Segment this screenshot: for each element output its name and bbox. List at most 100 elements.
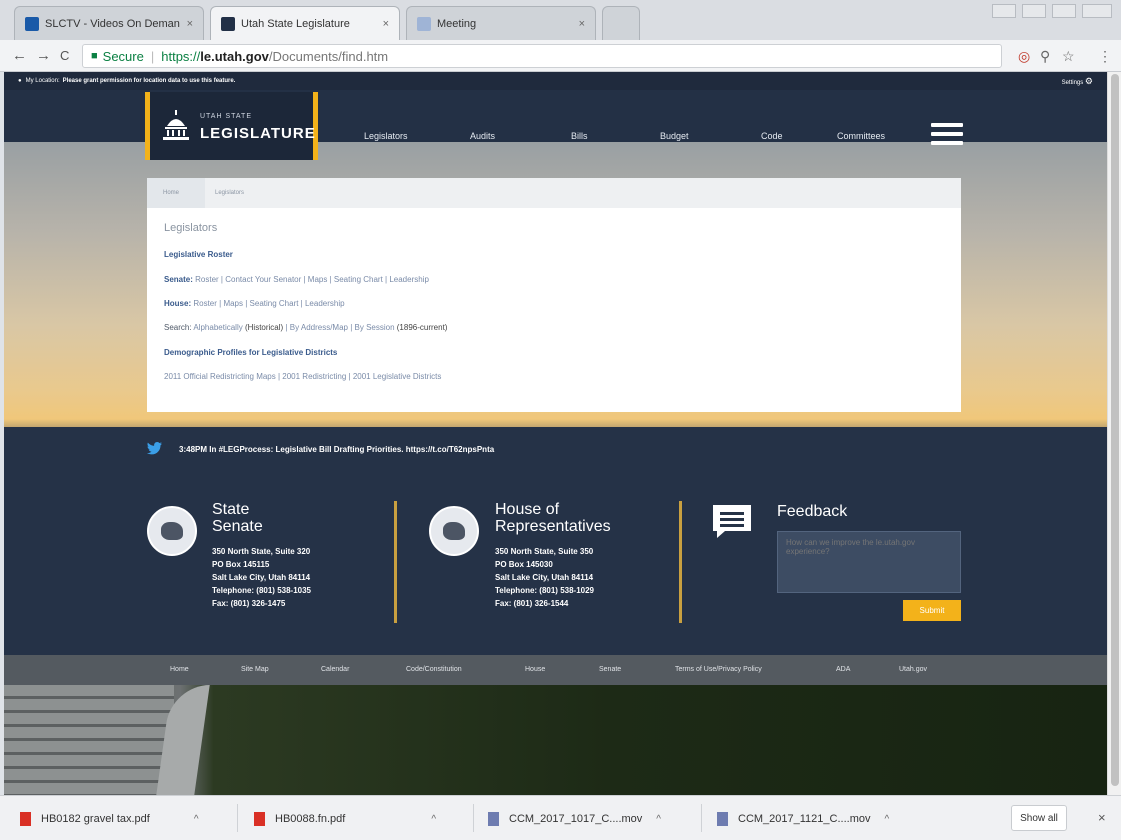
nav-bills[interactable]: Bills [571, 131, 588, 141]
feedback-textarea[interactable] [777, 531, 961, 593]
house-address: 350 North State, Suite 350 PO Box 145030… [495, 547, 595, 608]
video-file-icon [488, 812, 499, 826]
browser-tab-strip: SLCTV - Videos On Deman × Utah State Leg… [0, 0, 1121, 40]
pdf-file-icon [20, 812, 31, 826]
footer-divider [679, 501, 682, 623]
secure-label: Secure [102, 48, 144, 64]
footer-link-senate[interactable]: Senate [599, 666, 621, 673]
nav-code[interactable]: Code [761, 131, 783, 141]
download-divider [473, 804, 474, 832]
capitol-dome-icon [163, 110, 189, 140]
demographic-profiles-link[interactable]: Demographic Profiles for Legislative Dis… [164, 348, 337, 357]
footer-link-utah-gov[interactable]: Utah.gov [899, 666, 927, 673]
close-tab-icon[interactable]: × [187, 18, 193, 30]
house-seal-icon [429, 506, 479, 556]
footer-link-home[interactable]: Home [170, 666, 189, 673]
tab-meeting[interactable]: Meeting × [406, 6, 596, 40]
footer-link-terms[interactable]: Terms of Use/Privacy Policy [675, 666, 762, 673]
settings-link[interactable]: Settings ⚙ [1062, 76, 1093, 87]
maximize-icon[interactable] [1052, 4, 1076, 18]
legislators-panel: Home Legislators Legislators Legislative… [147, 178, 961, 412]
logo-line-2: LEGISLATURE [200, 125, 316, 142]
download-item[interactable]: HB0182 gravel tax.pdf ^ [20, 810, 199, 828]
download-item[interactable]: HB0088.fn.pdf ^ [254, 810, 436, 828]
house-label: House: [164, 299, 192, 308]
chevron-up-icon[interactable]: ^ [431, 814, 436, 825]
nav-audits[interactable]: Audits [470, 131, 495, 141]
close-download-bar-icon[interactable]: × [1098, 810, 1106, 825]
window-close-icon[interactable] [1082, 4, 1112, 18]
download-item[interactable]: CCM_2017_1017_C....mov ^ [488, 810, 661, 828]
extension-icon[interactable]: ◎ [1018, 48, 1030, 65]
logo-line-1: UTAH STATE [200, 113, 252, 120]
browser-menu-icon[interactable]: ⋮ [1098, 48, 1112, 65]
feedback-submit-button[interactable]: Submit [903, 600, 961, 621]
site-footer: State Senate 350 North State, Suite 320 P… [4, 473, 1107, 655]
chevron-up-icon[interactable]: ^ [884, 814, 889, 825]
footer-link-site-map[interactable]: Site Map [241, 666, 269, 673]
background-steps [4, 685, 174, 795]
scrollbar-thumb[interactable] [1111, 74, 1119, 786]
senate-links[interactable]: Roster | Contact Your Senator | Maps | S… [195, 275, 429, 284]
search-session-range: (1896-current) [396, 323, 448, 332]
twitter-bird-icon [147, 442, 162, 455]
senate-label: Senate: [164, 275, 193, 284]
search-alphabetically-link[interactable]: Alphabetically [193, 323, 242, 332]
tab-title: Meeting [437, 17, 477, 30]
download-divider [701, 804, 702, 832]
legislative-roster-link[interactable]: Legislative Roster [164, 250, 233, 259]
background-photo [4, 685, 1107, 795]
close-tab-icon[interactable]: × [579, 18, 585, 30]
senate-seal-icon [147, 506, 197, 556]
minimize-icon[interactable] [1022, 4, 1046, 18]
video-file-icon [717, 812, 728, 826]
new-tab-button[interactable] [602, 6, 640, 40]
house-links[interactable]: Roster | Maps | Seating Chart | Leadersh… [193, 299, 344, 308]
download-filename: HB0088.fn.pdf [275, 813, 346, 825]
chevron-up-icon[interactable]: ^ [194, 814, 199, 825]
redistricting-links[interactable]: 2011 Official Redistricting Maps | 2001 … [164, 372, 441, 381]
web-page: ● My Location: Please grant permission f… [4, 72, 1107, 795]
address-bar[interactable]: ■ Secure | https:// le.utah.gov /Documen… [82, 44, 1002, 68]
legislature-logo[interactable]: UTAH STATE LEGISLATURE [145, 92, 318, 160]
download-bar: HB0182 gravel tax.pdf ^ HB0088.fn.pdf ^ … [0, 795, 1121, 840]
download-item[interactable]: CCM_2017_1121_C....mov ^ [717, 810, 889, 828]
back-arrow-icon[interactable]: ← [12, 47, 27, 64]
senate-address: 350 North State, Suite 320 PO Box 145115… [212, 547, 312, 608]
search-other-links[interactable]: | By Address/Map | By Session [285, 323, 394, 332]
latest-tweet[interactable]: 3:48PM In #LEGProcess: Legislative Bill … [179, 445, 494, 454]
page-scrollbar[interactable] [1107, 72, 1121, 795]
profile-icon[interactable] [992, 4, 1016, 18]
nav-legislators[interactable]: Legislators [364, 131, 408, 141]
tab-slctv[interactable]: SLCTV - Videos On Deman × [14, 6, 204, 40]
zoom-icon[interactable]: ⚲ [1040, 48, 1050, 65]
tab-utah-legislature[interactable]: Utah State Legislature × [210, 6, 400, 40]
nav-budget[interactable]: Budget [660, 131, 689, 141]
url-host: le.utah.gov [200, 48, 269, 64]
footer-link-house[interactable]: House [525, 666, 545, 673]
download-filename: HB0182 gravel tax.pdf [41, 813, 150, 825]
breadcrumb-home[interactable]: Home [147, 178, 205, 208]
senate-title[interactable]: State Senate [212, 501, 263, 535]
gear-icon: ⚙ [1084, 75, 1093, 86]
reload-icon[interactable]: C [60, 48, 69, 63]
footer-link-ada[interactable]: ADA [836, 666, 850, 673]
tab-title: SLCTV - Videos On Deman [45, 17, 180, 30]
close-tab-icon[interactable]: × [383, 18, 389, 30]
hamburger-menu-icon[interactable] [931, 123, 963, 145]
show-all-downloads-button[interactable]: Show all [1011, 805, 1067, 831]
location-prefix: My Location: [25, 78, 60, 84]
url-protocol: https:// [161, 48, 201, 64]
lock-icon: ■ [91, 50, 98, 62]
location-bar: ● My Location: Please grant permission f… [4, 72, 1107, 90]
footer-link-calendar[interactable]: Calendar [321, 666, 349, 673]
legislature-favicon-icon [221, 16, 235, 31]
address-separator: | [150, 48, 155, 64]
bookmark-star-icon[interactable]: ☆ [1062, 48, 1075, 65]
chevron-up-icon[interactable]: ^ [656, 814, 661, 825]
nav-committees[interactable]: Committees [837, 131, 885, 141]
forward-arrow-icon[interactable]: → [36, 47, 51, 64]
location-pin-icon: ● [18, 78, 22, 84]
footer-link-code-constitution[interactable]: Code/Constitution [406, 666, 462, 673]
house-title[interactable]: House of Representatives [495, 501, 611, 535]
